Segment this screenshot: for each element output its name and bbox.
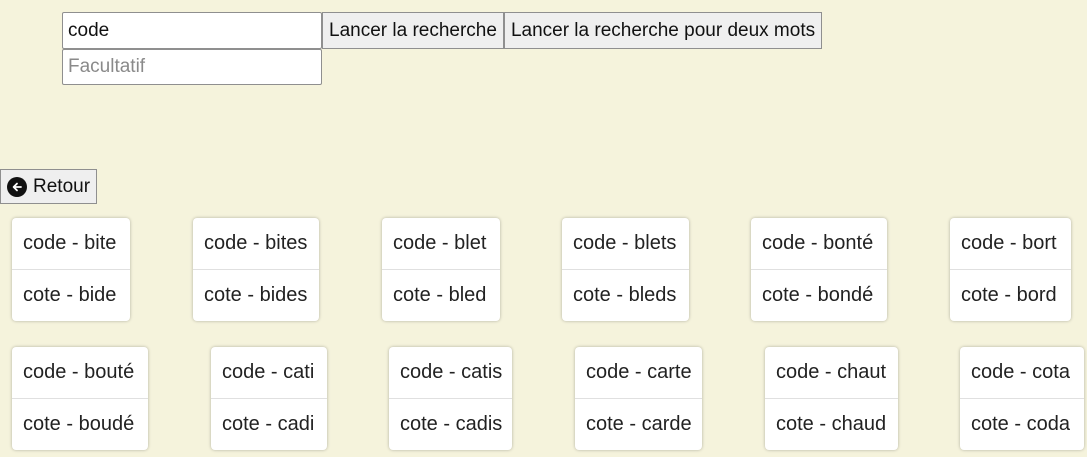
- result-line-cote: cote - bondé: [751, 269, 887, 321]
- result-line-code: code - blets: [573, 232, 677, 254]
- result-line-cote: cote - cadis: [389, 398, 512, 450]
- result-line-cote: cote - carde: [575, 398, 702, 450]
- result-line-cote: cote - bled: [382, 269, 500, 321]
- result-card[interactable]: code - cota cote - coda: [960, 347, 1084, 450]
- result-line-cote: cote - bleds: [562, 269, 689, 321]
- result-line-code: code - cota: [971, 361, 1070, 383]
- result-card[interactable]: code - catis cote - cadis: [389, 347, 512, 450]
- search-input[interactable]: [62, 12, 322, 49]
- back-button[interactable]: Retour: [0, 169, 98, 204]
- result-line-cote: cote - chaud: [765, 398, 898, 450]
- result-line-code: code - catis: [400, 361, 503, 383]
- result-card[interactable]: code - bort cote - bord: [950, 218, 1071, 321]
- result-card[interactable]: code - bites cote - bides: [193, 218, 319, 321]
- result-line-code: code - bouté: [23, 361, 135, 383]
- search-bar: Lancer la recherche Lancer la recherche …: [62, 12, 823, 49]
- result-line-cote: cote - bides: [193, 269, 319, 321]
- result-line-code: code - bort: [961, 232, 1057, 254]
- result-card[interactable]: code - carte cote - carde: [575, 347, 702, 450]
- optional-field-row: [62, 49, 322, 85]
- result-card[interactable]: code - bite cote - bide: [12, 218, 130, 321]
- result-line-cote: cote - coda: [960, 398, 1084, 450]
- result-line-code: code - blet: [393, 232, 487, 254]
- result-line-cote: cote - cadi: [211, 398, 327, 450]
- two-words-search-button[interactable]: Lancer la recherche pour deux mots: [503, 12, 823, 49]
- result-line-cote: cote - bord: [950, 269, 1071, 321]
- back-button-label: Retour: [33, 175, 91, 197]
- result-card[interactable]: code - bonté cote - bondé: [751, 218, 887, 321]
- result-card[interactable]: code - chaut cote - chaud: [765, 347, 898, 450]
- result-line-code: code - bites: [204, 232, 308, 254]
- result-line-code: code - bite: [23, 232, 117, 254]
- result-line-code: code - bonté: [762, 232, 874, 254]
- optional-second-word-input[interactable]: [62, 49, 322, 85]
- result-card[interactable]: code - blet cote - bled: [382, 218, 500, 321]
- result-line-code: code - cati: [222, 361, 315, 383]
- result-line-code: code - chaut: [776, 361, 887, 383]
- result-card[interactable]: code - blets cote - bleds: [562, 218, 689, 321]
- result-line-cote: cote - bide: [12, 269, 130, 321]
- result-card[interactable]: code - bouté cote - boudé: [12, 347, 148, 450]
- result-line-cote: cote - boudé: [12, 398, 148, 450]
- result-line-code: code - carte: [586, 361, 692, 383]
- arrow-left-circle-icon: [7, 176, 27, 197]
- result-card[interactable]: code - cati cote - cadi: [211, 347, 327, 450]
- search-button[interactable]: Lancer la recherche: [322, 12, 504, 49]
